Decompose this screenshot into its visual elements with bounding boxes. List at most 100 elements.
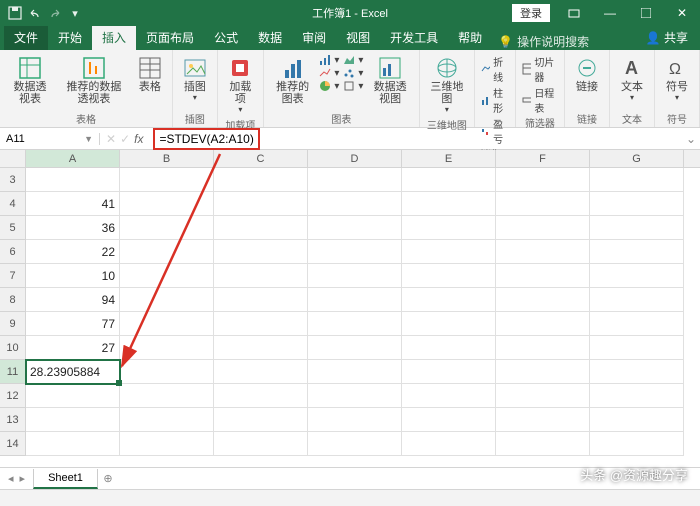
pivot-chart-button[interactable]: 数据透视图 (367, 54, 413, 107)
recommended-charts-button[interactable]: 推荐的图表 (270, 54, 316, 107)
cell-D14[interactable] (308, 432, 402, 456)
cell-E5[interactable] (402, 216, 496, 240)
cell-A11[interactable]: 28.23905884 (26, 360, 120, 384)
cell-B11[interactable] (120, 360, 214, 384)
tab-file[interactable]: 文件 (4, 25, 48, 50)
col-header-G[interactable]: G (590, 150, 684, 167)
cell-A7[interactable]: 10 (26, 264, 120, 288)
chart-pie-icon[interactable]: ▾ (319, 80, 339, 92)
cell-B6[interactable] (120, 240, 214, 264)
expand-formula-bar-icon[interactable]: ⌄ (682, 132, 700, 146)
chart-area-icon[interactable]: ▾ (343, 54, 363, 66)
cell-A10[interactable]: 27 (26, 336, 120, 360)
chart-scatter-icon[interactable]: ▾ (343, 67, 363, 79)
fx-icon[interactable]: fx (134, 132, 143, 146)
sparkline-column-button[interactable]: 柱形 (481, 85, 509, 115)
cell-E3[interactable] (402, 168, 496, 192)
table-button[interactable]: 表格 (134, 54, 166, 95)
cell-F10[interactable] (496, 336, 590, 360)
cell-E7[interactable] (402, 264, 496, 288)
cell-A13[interactable] (26, 408, 120, 432)
sheet-nav-last-icon[interactable]: ▸ (20, 472, 26, 485)
cell-A6[interactable]: 22 (26, 240, 120, 264)
cell-C12[interactable] (214, 384, 308, 408)
cell-C5[interactable] (214, 216, 308, 240)
cell-F4[interactable] (496, 192, 590, 216)
cell-B8[interactable] (120, 288, 214, 312)
redo-icon[interactable] (48, 6, 62, 20)
link-button[interactable]: 链接 (571, 54, 603, 95)
col-header-E[interactable]: E (402, 150, 496, 167)
cell-B10[interactable] (120, 336, 214, 360)
sheet-tab[interactable]: Sheet1 (33, 469, 98, 489)
cell-B3[interactable] (120, 168, 214, 192)
illustrations-button[interactable]: 插图▾ (179, 54, 211, 105)
cell-B9[interactable] (120, 312, 214, 336)
qat-dropdown-icon[interactable]: ▾ (68, 6, 82, 20)
formula-input[interactable]: =STDEV(A2:A10) (149, 128, 682, 150)
cell-D3[interactable] (308, 168, 402, 192)
chart-bar-icon[interactable]: ▾ (319, 54, 339, 66)
cell-G13[interactable] (590, 408, 684, 432)
cell-D12[interactable] (308, 384, 402, 408)
cell-E8[interactable] (402, 288, 496, 312)
cell-B14[interactable] (120, 432, 214, 456)
login-button[interactable]: 登录 (512, 4, 550, 22)
cancel-icon[interactable]: ✕ (106, 132, 116, 146)
addins-button[interactable]: 加载项▾ (224, 54, 257, 117)
name-box[interactable]: A11 ▼ (0, 133, 100, 145)
cell-D13[interactable] (308, 408, 402, 432)
cell-E9[interactable] (402, 312, 496, 336)
cell-G9[interactable] (590, 312, 684, 336)
add-sheet-icon[interactable]: ⊕ (98, 472, 118, 485)
cell-E4[interactable] (402, 192, 496, 216)
pivot-table-button[interactable]: 数据透视表 (6, 54, 54, 107)
cell-E13[interactable] (402, 408, 496, 432)
row-header[interactable]: 4 (0, 192, 26, 216)
row-header[interactable]: 13 (0, 408, 26, 432)
col-header-C[interactable]: C (214, 150, 308, 167)
row-header[interactable]: 8 (0, 288, 26, 312)
cell-F13[interactable] (496, 408, 590, 432)
row-header[interactable]: 6 (0, 240, 26, 264)
cell-C11[interactable] (214, 360, 308, 384)
cell-F12[interactable] (496, 384, 590, 408)
minimize-icon[interactable]: — (592, 0, 628, 26)
cell-G5[interactable] (590, 216, 684, 240)
cell-F14[interactable] (496, 432, 590, 456)
cell-D11[interactable] (308, 360, 402, 384)
tab-view[interactable]: 视图 (336, 25, 380, 50)
ribbon-display-icon[interactable] (556, 0, 592, 26)
cell-B7[interactable] (120, 264, 214, 288)
timeline-button[interactable]: 日程表 (522, 85, 558, 115)
row-header[interactable]: 5 (0, 216, 26, 240)
share-button[interactable]: 👤 共享 (634, 25, 700, 50)
cell-A12[interactable] (26, 384, 120, 408)
save-icon[interactable] (8, 6, 22, 20)
cell-E6[interactable] (402, 240, 496, 264)
cell-A8[interactable]: 94 (26, 288, 120, 312)
cell-G4[interactable] (590, 192, 684, 216)
sheet-nav-first-icon[interactable]: ◂ (8, 472, 14, 485)
tell-me-search[interactable]: 💡 操作说明搜索 (492, 33, 595, 50)
row-header[interactable]: 11 (0, 360, 26, 384)
cell-B13[interactable] (120, 408, 214, 432)
cell-A9[interactable]: 77 (26, 312, 120, 336)
cell-F6[interactable] (496, 240, 590, 264)
cell-C8[interactable] (214, 288, 308, 312)
cell-D4[interactable] (308, 192, 402, 216)
cell-B5[interactable] (120, 216, 214, 240)
cell-G10[interactable] (590, 336, 684, 360)
col-header-B[interactable]: B (120, 150, 214, 167)
cell-F3[interactable] (496, 168, 590, 192)
col-header-D[interactable]: D (308, 150, 402, 167)
cell-C14[interactable] (214, 432, 308, 456)
cell-F9[interactable] (496, 312, 590, 336)
cell-A5[interactable]: 36 (26, 216, 120, 240)
maximize-icon[interactable] (628, 0, 664, 26)
row-header[interactable]: 9 (0, 312, 26, 336)
cell-D6[interactable] (308, 240, 402, 264)
cell-G8[interactable] (590, 288, 684, 312)
sparkline-line-button[interactable]: 折线 (481, 54, 509, 84)
row-header[interactable]: 12 (0, 384, 26, 408)
